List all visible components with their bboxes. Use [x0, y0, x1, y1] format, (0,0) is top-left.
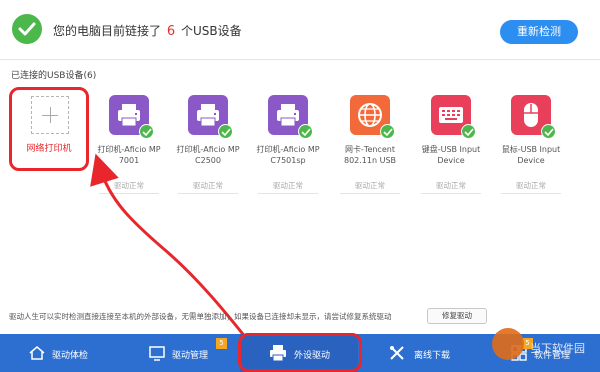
- tools-icon: [390, 346, 404, 360]
- nav-driver-manage[interactable]: 驱动管理 5: [148, 334, 238, 372]
- info-bar: 驱动人生可以实时检测直接连接至本机的外部设备，无需单独添加；如果设备已连接却未显…: [0, 306, 600, 326]
- watermark-text: 当下软件园: [530, 342, 585, 355]
- nav-label: 离线下载: [414, 351, 451, 361]
- update-count-badge: 5: [216, 338, 227, 349]
- watermark-logo-icon: [492, 328, 524, 360]
- home-icon: [29, 346, 45, 360]
- repair-driver-button[interactable]: 修复驱动: [427, 308, 487, 324]
- info-text: 驱动人生可以实时检测直接连接至本机的外部设备，无需单独添加；如果设备已连接却未显…: [9, 312, 392, 321]
- nav-driver-check[interactable]: 驱动体检: [28, 334, 118, 372]
- nav-offline-download[interactable]: 离线下载: [388, 334, 478, 372]
- nav-label: 驱动管理: [172, 351, 209, 361]
- monitor-icon: [149, 346, 165, 361]
- highlight-frame: [238, 333, 362, 372]
- nav-label: 驱动体检: [52, 351, 89, 361]
